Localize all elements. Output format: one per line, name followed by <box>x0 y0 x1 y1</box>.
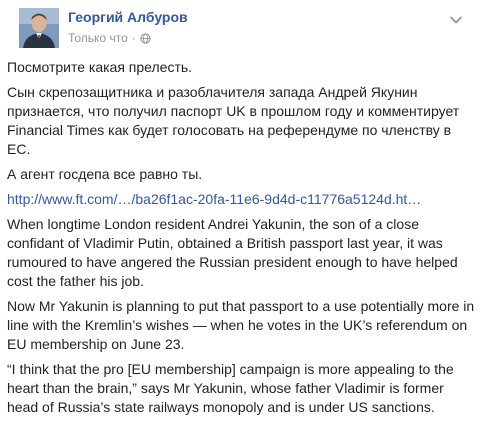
quote-paragraph-1: When longtime London resident Andrei Yak… <box>7 216 458 289</box>
facebook-post: Георгий Албуров Только что · Посмотрите … <box>0 0 487 425</box>
post-text-remark: А агент госдепа все равно ты. <box>7 166 203 182</box>
post-text-intro: Посмотрите какая прелесть. <box>7 59 193 75</box>
author-avatar[interactable] <box>19 8 59 48</box>
quote-paragraph-3: “I think that the pro [EU membership] ca… <box>7 361 454 415</box>
post-meta: Только что · <box>68 31 151 45</box>
globe-icon[interactable] <box>140 32 151 44</box>
meta-separator: · <box>131 31 136 45</box>
chevron-down-icon[interactable] <box>449 12 463 24</box>
post-body: Посмотрите какая прелесть. Сын скрепозащ… <box>7 58 477 423</box>
quote-paragraph-2: Now Mr Yakunin is planning to put that p… <box>7 298 475 352</box>
article-link[interactable]: http://www.ft.com/…/ba26f1ac-20fa-11e6-9… <box>7 191 421 207</box>
avatar-image <box>19 8 59 48</box>
post-header: Георгий Албуров Только что · <box>12 0 475 56</box>
post-timestamp[interactable]: Только что <box>68 31 128 45</box>
post-text-description: Сын скрепозащитника и разоблачителя запа… <box>7 84 460 157</box>
author-name[interactable]: Георгий Албуров <box>68 9 188 25</box>
